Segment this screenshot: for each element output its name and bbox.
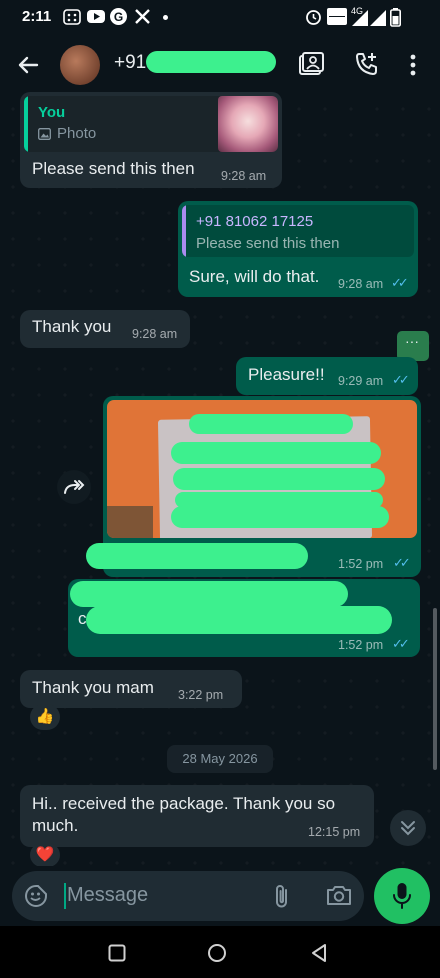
incoming-message[interactable]: Thank you 9:28 am bbox=[20, 310, 190, 348]
message-time: 3:22 pm bbox=[178, 688, 224, 702]
system-navigation-bar bbox=[0, 926, 440, 978]
volte-icon bbox=[327, 8, 347, 25]
double-chevron-down-icon bbox=[400, 819, 416, 837]
message-input[interactable]: Message bbox=[67, 884, 148, 907]
forward-button[interactable] bbox=[57, 470, 91, 504]
message-text: Please send this then bbox=[32, 159, 195, 178]
svg-text:G: G bbox=[114, 10, 123, 24]
forward-icon bbox=[63, 479, 85, 495]
contact-avatar[interactable] bbox=[60, 45, 100, 85]
voice-message-button[interactable] bbox=[374, 868, 430, 924]
signal-icon-2 bbox=[370, 10, 386, 26]
read-ticks-icon: ✓✓ bbox=[392, 372, 410, 387]
message-time: 9:28 am bbox=[338, 277, 384, 291]
quote-type: Photo bbox=[57, 125, 97, 142]
quote-accent-bar bbox=[24, 96, 28, 152]
ellipsis-icon: ··· bbox=[405, 333, 419, 349]
quoted-message[interactable]: +91 81062 17125 Please send this then bbox=[182, 205, 414, 257]
quoted-message[interactable]: You Photo bbox=[24, 96, 278, 152]
photo-icon bbox=[38, 128, 51, 140]
back-nav-icon[interactable] bbox=[310, 943, 328, 963]
incoming-message[interactable]: Hi.. received the package. Thank you so … bbox=[20, 785, 374, 847]
message-text: Pleasure!! bbox=[248, 365, 325, 384]
message-time: 1:52 pm bbox=[338, 557, 384, 571]
x-app-icon bbox=[134, 8, 151, 25]
quote-author: You bbox=[38, 104, 66, 121]
outgoing-message[interactable]: Pleasure!! 9:29 am ✓✓ bbox=[236, 357, 418, 395]
date-divider: 28 May 2026 bbox=[167, 745, 273, 773]
redaction-mark bbox=[189, 414, 353, 434]
read-ticks-icon: ✓✓ bbox=[391, 275, 409, 290]
attach-icon[interactable] bbox=[274, 883, 290, 909]
redaction-mark bbox=[173, 468, 385, 490]
more-notifications-dot bbox=[163, 15, 168, 20]
redaction-mark bbox=[146, 51, 276, 73]
read-ticks-icon: ✓✓ bbox=[392, 636, 410, 651]
battery-icon bbox=[390, 8, 401, 27]
message-time: 9:28 am bbox=[132, 327, 178, 341]
message-time: 9:29 am bbox=[338, 374, 384, 388]
message-time: 9:28 am bbox=[221, 169, 267, 183]
youtube-icon bbox=[87, 10, 105, 23]
scrollbar[interactable] bbox=[433, 608, 437, 770]
redaction-mark bbox=[171, 506, 389, 528]
message-time: 12:15 pm bbox=[308, 825, 361, 839]
recents-icon[interactable] bbox=[108, 944, 126, 962]
add-call-icon[interactable] bbox=[354, 51, 380, 77]
more-options-icon[interactable] bbox=[409, 54, 417, 76]
sticker-icon[interactable] bbox=[24, 884, 48, 908]
message-reaction[interactable]: ❤️ bbox=[30, 843, 60, 867]
scroll-to-bottom-button[interactable] bbox=[390, 810, 426, 846]
status-time: 2:11 bbox=[22, 8, 52, 25]
photo-shadow bbox=[107, 506, 153, 538]
message-reaction[interactable]: 👍 bbox=[30, 704, 60, 730]
quote-author: +91 81062 17125 bbox=[196, 213, 314, 230]
redaction-mark bbox=[70, 581, 348, 607]
message-text: Thank you bbox=[32, 317, 112, 336]
redaction-mark bbox=[86, 543, 308, 569]
quote-accent-bar bbox=[182, 205, 186, 257]
gallery-notification-icon bbox=[63, 9, 81, 25]
message-time: 1:52 pm bbox=[338, 638, 384, 652]
chat-header: +91 bbox=[0, 34, 440, 96]
quoted-photo-thumbnail bbox=[218, 96, 278, 152]
microphone-icon bbox=[393, 882, 411, 910]
outgoing-message[interactable]: +91 81062 17125 Please send this then Su… bbox=[178, 201, 418, 297]
home-icon[interactable] bbox=[207, 943, 227, 963]
back-arrow-icon[interactable] bbox=[16, 53, 40, 77]
google-icon: G bbox=[110, 8, 127, 25]
message-text: Thank you mam bbox=[32, 678, 154, 697]
read-ticks-icon: ✓✓ bbox=[393, 555, 411, 570]
text-cursor bbox=[64, 883, 66, 909]
redaction-mark bbox=[86, 606, 392, 634]
signal-icon-1 bbox=[352, 10, 368, 26]
video-call-icon[interactable] bbox=[297, 50, 325, 78]
contact-name[interactable]: +91 bbox=[114, 52, 146, 74]
redaction-mark bbox=[171, 442, 381, 464]
message-text: Sure, will do that. bbox=[189, 267, 320, 286]
quote-text: Please send this then bbox=[196, 235, 340, 252]
alarm-icon bbox=[305, 8, 322, 25]
incoming-message[interactable]: Thank you mam 3:22 pm bbox=[20, 670, 242, 708]
incoming-message[interactable]: You Photo Please send this then 9:28 am bbox=[20, 92, 282, 188]
status-bar: 2:11 G 4G bbox=[0, 0, 440, 34]
camera-icon[interactable] bbox=[326, 884, 352, 906]
message-input-container[interactable]: Message bbox=[12, 871, 364, 921]
